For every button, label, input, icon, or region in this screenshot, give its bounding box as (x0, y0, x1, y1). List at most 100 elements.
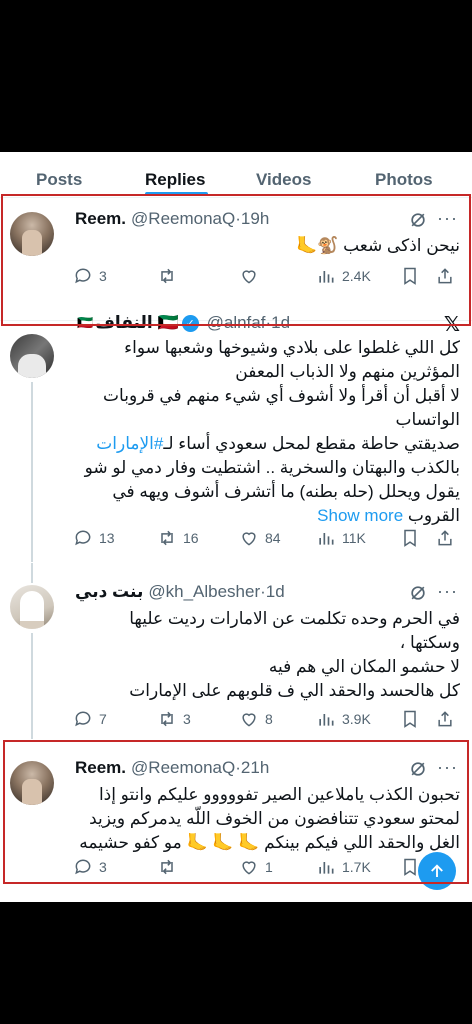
reply-button[interactable]: 13 (73, 528, 115, 548)
like-button[interactable]: 84 (239, 528, 281, 548)
view-count: 3.9K (342, 711, 371, 727)
hashtag-link[interactable]: #الإمارات (96, 434, 163, 453)
reply-icon (75, 859, 91, 875)
repost-button[interactable]: 16 (157, 528, 199, 548)
reply-count: 13 (99, 530, 115, 546)
reply-icon (75, 268, 91, 284)
reply-tweet[interactable]: Reem. @ReemonaQ · 19h ··· نيحن اذكى شعب … (0, 198, 472, 320)
avatar[interactable] (10, 761, 54, 805)
avatar[interactable] (10, 212, 54, 256)
avatar[interactable] (10, 585, 54, 629)
replies-screen: Posts Replies Videos Photos Reem. @Reemo… (0, 152, 472, 902)
tweet-header: بنت دبي @kh_Albesher · 1d (75, 581, 285, 603)
bookmark-icon[interactable] (400, 266, 420, 286)
reply-tweet[interactable]: 🇰🇼 النفاف 🇰🇼 ✓ @alnfaf · 1d 𝕏 كل اللي غل… (0, 313, 472, 563)
reply-count: 7 (99, 711, 107, 727)
user-handle[interactable]: @ReemonaQ (131, 758, 235, 778)
text-line: لمحتو سعودي تتنافضون من الخوف اللّه يدمر… (89, 809, 460, 828)
repost-button[interactable] (157, 266, 183, 286)
text-line: لا أقبل أن أقرأ ولا أشوف أي شيء منهم في … (103, 386, 460, 405)
avatar[interactable] (10, 334, 54, 378)
tweet-header: Reem. @ReemonaQ · 21h (75, 757, 269, 779)
text-line: لا حشمو المكان الي هم فيه (268, 657, 460, 676)
view-count: 11K (342, 530, 366, 546)
text-line-part: صديقتي حاطة مقطع لمحل سعودي أساء لـ (163, 434, 460, 453)
views-button[interactable]: 1.7K (316, 857, 371, 877)
views-button[interactable]: 3.9K (316, 709, 371, 729)
repost-icon (161, 530, 173, 546)
views-icon (319, 533, 334, 545)
text-line: تحبون الكذب ياملاعين الصير تفووووو عليكم… (98, 785, 460, 804)
timestamp[interactable]: 21h (241, 758, 269, 778)
display-name[interactable]: Reem. (75, 209, 126, 229)
tweet-actions: 3 2.4K (73, 266, 458, 288)
repost-button[interactable]: 3 (157, 709, 191, 729)
grok-icon[interactable] (408, 583, 428, 603)
reply-tweet[interactable]: بنت دبي @kh_Albesher · 1d ··· في الحرم و… (0, 563, 472, 739)
user-handle[interactable]: @kh_Albesher (148, 582, 260, 602)
timestamp[interactable]: 1d (271, 313, 290, 333)
views-icon (319, 862, 334, 874)
timestamp[interactable]: 19h (241, 209, 269, 229)
user-handle[interactable]: @alnfaf (207, 313, 266, 333)
views-button[interactable]: 2.4K (316, 266, 371, 286)
text-line: الغل والحقد اللي فيكم بينكم 🦶 🦶 🦶 مو كفو… (79, 833, 460, 852)
like-button[interactable]: 8 (239, 709, 273, 729)
reply-tweet[interactable]: Reem. @ReemonaQ · 21h ··· تحبون الكذب يا… (0, 739, 472, 884)
like-button[interactable]: 1 (239, 857, 273, 877)
tab-photos[interactable]: Photos (375, 170, 433, 190)
tweet-actions: 13 16 84 11K (73, 528, 458, 550)
heart-icon (242, 532, 256, 546)
text-line: وسكتها ، (399, 633, 460, 652)
more-options-icon[interactable]: ··· (437, 208, 458, 228)
reply-icon (75, 711, 91, 727)
tab-posts[interactable]: Posts (36, 170, 82, 190)
like-count: 1 (265, 859, 273, 875)
tweet-text: كل اللي غلطوا على بلادي وشيوخها وشعبها س… (70, 336, 460, 528)
like-button[interactable] (239, 266, 265, 286)
show-more-link[interactable]: Show more (317, 506, 403, 525)
repost-icon (161, 711, 173, 727)
text-line: القروب Show more (70, 504, 460, 528)
user-handle[interactable]: @ReemonaQ (131, 209, 235, 229)
reply-button[interactable]: 7 (73, 709, 107, 729)
bookmark-icon[interactable] (400, 528, 420, 548)
share-icon[interactable] (435, 266, 455, 286)
active-tab-indicator (145, 192, 208, 196)
tweet-header: 🇰🇼 النفاف 🇰🇼 ✓ @alnfaf · 1d (75, 312, 290, 334)
display-name[interactable]: النفاف 🇰🇼 (95, 313, 178, 333)
views-button[interactable]: 11K (316, 528, 366, 548)
share-icon[interactable] (435, 528, 455, 548)
text-line: في الحرم وحده تكلمت عن الامارات رديت علي… (129, 609, 460, 628)
heart-icon (242, 713, 256, 727)
views-icon (319, 271, 334, 283)
thread-line (31, 382, 33, 562)
more-options-icon[interactable]: ··· (437, 757, 458, 777)
tab-replies[interactable]: Replies (145, 170, 205, 190)
tab-videos[interactable]: Videos (256, 170, 311, 190)
x-logo-icon: 𝕏 (443, 314, 460, 336)
compose-button[interactable] (418, 852, 456, 890)
tweet-text: في الحرم وحده تكلمت عن الامارات رديت علي… (70, 607, 460, 703)
reply-button[interactable]: 3 (73, 857, 107, 877)
kuwait-flag-icon: 🇰🇼 (77, 315, 94, 330)
display-name[interactable]: بنت دبي (75, 582, 143, 602)
reply-button[interactable]: 3 (73, 266, 107, 286)
display-name[interactable]: Reem. (75, 758, 126, 778)
bookmark-icon[interactable] (400, 709, 420, 729)
share-icon[interactable] (435, 709, 455, 729)
grok-icon[interactable] (408, 210, 428, 230)
timestamp[interactable]: 1d (266, 582, 285, 602)
bookmark-icon[interactable] (400, 857, 420, 877)
views-icon (319, 714, 334, 726)
grok-icon[interactable] (408, 759, 428, 779)
repost-icon (161, 859, 173, 875)
more-options-icon[interactable]: ··· (437, 581, 458, 601)
repost-count: 3 (183, 711, 191, 727)
reply-count: 3 (99, 859, 107, 875)
view-count: 2.4K (342, 268, 371, 284)
view-count: 1.7K (342, 859, 371, 875)
text-line: المؤثرين منهم ولا الذباب المعفن (235, 362, 460, 381)
tweet-header: Reem. @ReemonaQ · 19h (75, 208, 269, 230)
repost-button[interactable] (157, 857, 183, 877)
